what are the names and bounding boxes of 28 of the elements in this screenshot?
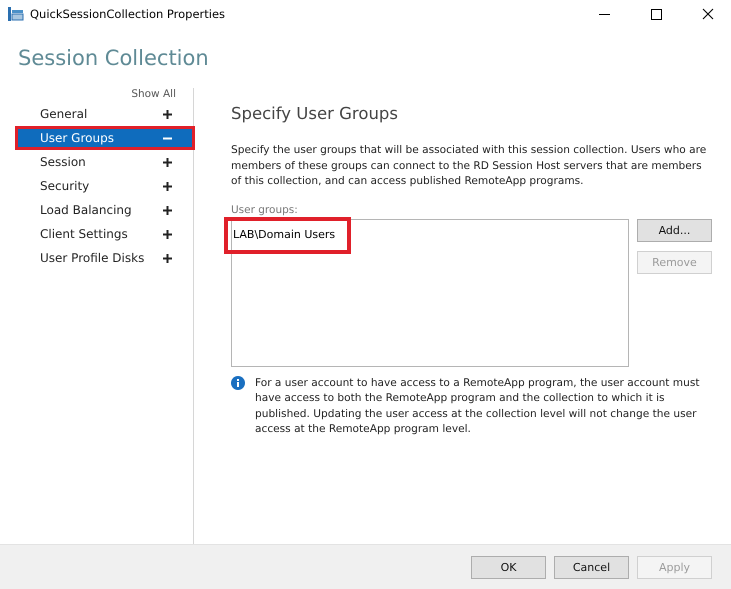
app-icon xyxy=(8,7,24,21)
plus-icon xyxy=(163,158,172,166)
window-title: QuickSessionCollection Properties xyxy=(30,7,226,21)
plus-icon xyxy=(163,182,172,190)
sidebar-item[interactable]: General xyxy=(15,102,195,126)
sidebar-item[interactable]: Security xyxy=(15,174,195,198)
section-title: Specify User Groups xyxy=(231,104,399,123)
info-icon xyxy=(231,376,245,390)
description-text: Specify the user groups that will be associated with this session collection. Users who are members of these groups can connect to the RD Session Host servers that are members of this collection, and can access published RemoteApp programs. xyxy=(231,143,708,189)
action-button[interactable]: Add... xyxy=(637,218,712,242)
sidebar-item[interactable]: User Groups xyxy=(15,126,195,150)
plus-icon xyxy=(163,230,172,238)
info-text: For a user account to have access to a RemoteApp program, the user account must have access to both the RemoteApp program and the collection to which it is published. Updating the user access at the collection level will not change the user access at the RemoteApp program level. xyxy=(255,376,701,437)
close-icon[interactable] xyxy=(702,8,714,20)
dialog-button[interactable]: OK xyxy=(471,556,546,578)
plus-icon xyxy=(163,110,172,118)
show-all-link[interactable]: Show All xyxy=(131,88,176,102)
sidebar-item[interactable]: Client Settings xyxy=(15,222,195,246)
plus-icon xyxy=(163,254,172,262)
sidebar-item[interactable]: Load Balancing xyxy=(15,198,195,222)
sidebar-item[interactable]: Session xyxy=(15,150,195,174)
list-item[interactable]: LAB\Domain Users xyxy=(224,216,352,254)
sidebar-item[interactable]: User Profile Disks xyxy=(15,246,195,270)
dialog-button[interactable]: Cancel xyxy=(554,556,629,578)
plus-icon xyxy=(163,206,172,214)
field-label: User groups: xyxy=(231,204,299,216)
maximize-icon[interactable] xyxy=(650,8,662,20)
page-heading: Session Collection xyxy=(17,45,210,72)
